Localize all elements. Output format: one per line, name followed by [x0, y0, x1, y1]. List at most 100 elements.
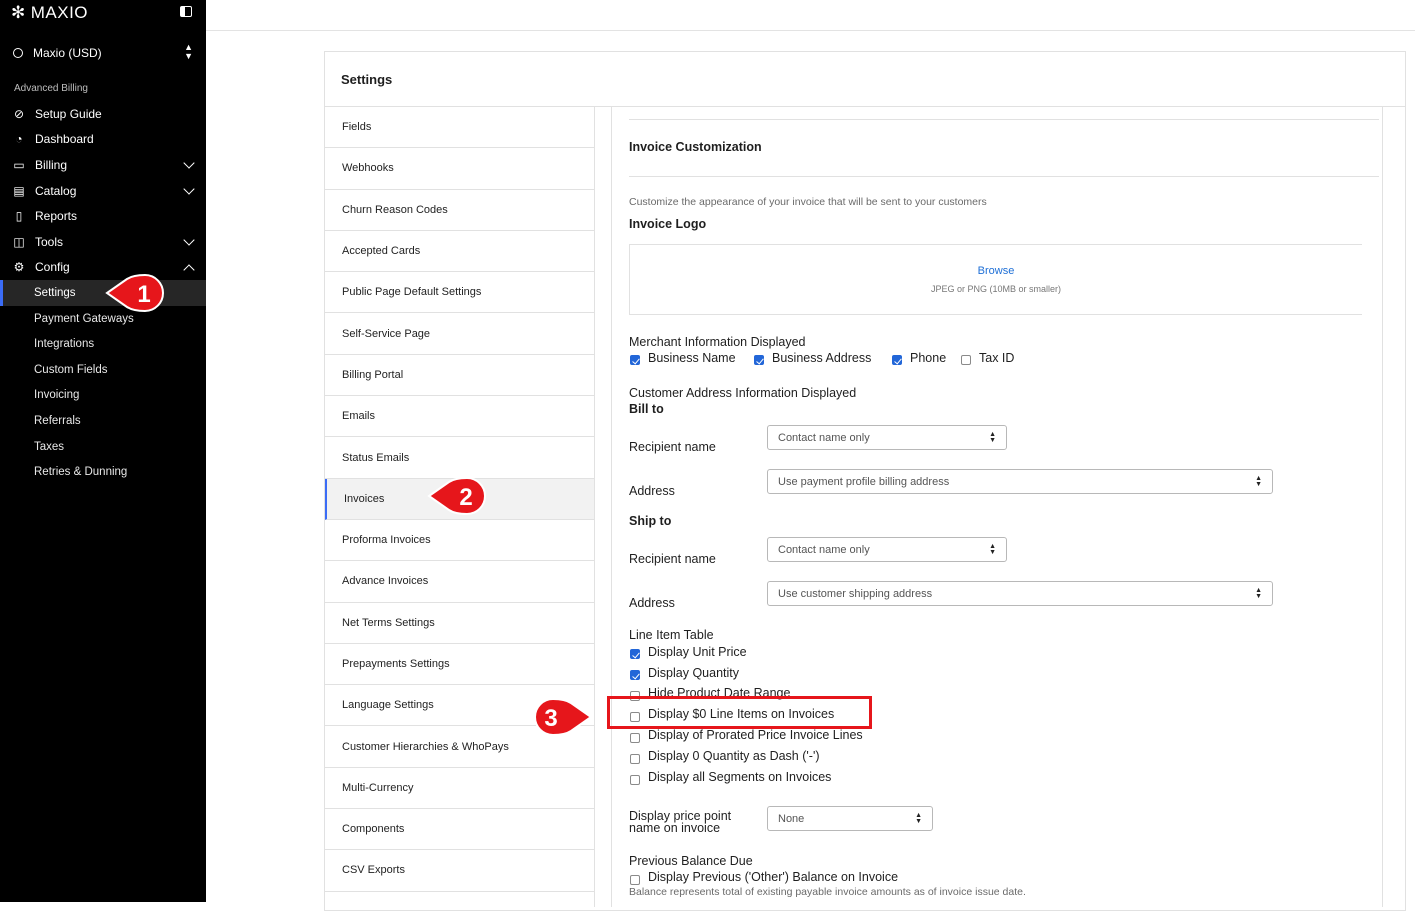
- ship-recipient-label: Recipient name: [629, 552, 716, 566]
- settings-menu-item-status-emails[interactable]: Status Emails: [325, 437, 594, 479]
- browse-link[interactable]: Browse: [630, 265, 1362, 277]
- step-1-number: 1: [137, 281, 150, 308]
- price-point-label-line2: name on invoice: [629, 821, 721, 835]
- sidebar-item-config[interactable]: ⚙ Config: [0, 255, 206, 281]
- ship-address-select[interactable]: Use customer shipping address ▲ ▼: [767, 581, 1273, 606]
- chevron-down-icon: [183, 183, 195, 195]
- sidebar: ✻ MAXIO Maxio (USD) ▲ ▼ Advanced Billing …: [0, 0, 206, 902]
- settings-menu-item-webhooks[interactable]: Webhooks: [325, 148, 594, 190]
- sidebar-subitem-custom-fields[interactable]: Custom Fields: [0, 357, 206, 383]
- checkbox-label: Display Previous ('Other') Balance on In…: [648, 870, 899, 884]
- checkbox-label: Display 0 Quantity as Dash ('-'): [648, 749, 820, 763]
- select-value: Use customer shipping address: [778, 587, 933, 600]
- maxio-logo-icon: ✻: [11, 3, 26, 22]
- settings-menu-item-net-terms[interactable]: Net Terms Settings: [325, 603, 594, 644]
- ship-recipient-select[interactable]: Contact name only ▲ ▼: [767, 537, 1007, 562]
- sidebar-item-label: Catalog: [35, 183, 77, 198]
- step-1-badge: 1: [105, 273, 169, 313]
- step-3-number: 3: [544, 705, 557, 732]
- previous-balance-label: Previous Balance Due: [629, 854, 753, 868]
- checkbox-business-name[interactable]: [630, 355, 640, 365]
- settings-menu-item-advance-invoices[interactable]: Advance Invoices: [325, 561, 594, 603]
- ship-address-label: Address: [629, 596, 675, 610]
- sidebar-item-reports[interactable]: ▯ Reports: [0, 203, 206, 229]
- sidebar-subitem-integrations[interactable]: Integrations: [0, 331, 206, 357]
- brand-name: MAXIO: [30, 3, 89, 22]
- merchant-info-label: Merchant Information Displayed: [629, 335, 806, 349]
- sidebar-nav: ⊘ Setup Guide ◔ Dashboard ▭ Billing ▤ Ca…: [0, 101, 206, 485]
- invoice-settings-panel: Invoice Customization Customize the appe…: [611, 107, 1383, 907]
- select-arrows-icon: ▲ ▼: [989, 431, 996, 444]
- checkbox-display-unit-price[interactable]: [630, 649, 640, 659]
- org-switcher[interactable]: Maxio (USD) ▲ ▼: [13, 43, 195, 63]
- sidebar-subitem-payment-gateways[interactable]: Payment Gateways: [0, 306, 206, 332]
- checkbox-display-previous-balance[interactable]: [630, 875, 640, 885]
- checkbox-label: Tax ID: [979, 351, 1015, 365]
- settings-menu-item-prepayments[interactable]: Prepayments Settings: [325, 644, 594, 686]
- checkbox-phone[interactable]: [892, 355, 902, 365]
- sidebar-item-label: Billing: [35, 157, 68, 172]
- step-2-badge: 2: [427, 476, 491, 516]
- select-value: None: [778, 812, 805, 825]
- chevron-down-icon: [183, 157, 195, 169]
- settings-menu-item-fields[interactable]: Fields: [325, 107, 594, 149]
- customer-address-label: Customer Address Information Displayed: [629, 386, 857, 400]
- checkbox-display-prorated-lines[interactable]: [630, 733, 640, 743]
- section-label: Advanced Billing: [14, 83, 88, 94]
- bill-address-select[interactable]: Use payment profile billing address ▲ ▼: [767, 469, 1273, 494]
- top-bar: [206, 0, 1415, 31]
- line-item-table-label: Line Item Table: [629, 628, 714, 642]
- book-icon: ▤: [13, 183, 25, 198]
- sidebar-item-dashboard[interactable]: ◔ Dashboard: [0, 127, 206, 153]
- checkbox-display-quantity[interactable]: [630, 670, 640, 680]
- settings-menu-item-self-service-page[interactable]: Self-Service Page: [325, 313, 594, 355]
- logo-upload-box[interactable]: Browse JPEG or PNG (10MB or smaller): [629, 244, 1362, 315]
- settings-menu-item-emails[interactable]: Emails: [325, 396, 594, 438]
- settings-menu-item-multi-currency[interactable]: Multi-Currency: [325, 768, 594, 810]
- checkbox-label: Display of Prorated Price Invoice Lines: [648, 728, 863, 742]
- checkbox-display-all-segments[interactable]: [630, 775, 640, 785]
- checkbox-label: Display Quantity: [648, 666, 740, 680]
- logo-hint: JPEG or PNG (10MB or smaller): [930, 284, 1062, 294]
- sidebar-subitem-settings[interactable]: Settings: [0, 280, 206, 306]
- select-value: Contact name only: [778, 431, 870, 444]
- gear-icon: ⚙: [13, 260, 25, 275]
- step-2-number: 2: [459, 484, 472, 511]
- checkbox-display-zero-quantity-dash[interactable]: [630, 754, 640, 764]
- settings-menu-item-billing-portal[interactable]: Billing Portal: [325, 355, 594, 397]
- sidebar-item-setup-guide[interactable]: ⊘ Setup Guide: [0, 101, 206, 127]
- settings-menu-item-proforma-invoices[interactable]: Proforma Invoices: [325, 520, 594, 562]
- select-value: Use payment profile billing address: [778, 475, 950, 488]
- sidebar-item-tools[interactable]: ◫ Tools: [0, 229, 206, 255]
- sidebar-item-label: Setup Guide: [35, 106, 102, 121]
- bill-address-label: Address: [629, 484, 675, 498]
- settings-menu-item-csv-exports[interactable]: CSV Exports: [325, 850, 594, 892]
- sidebar-subitem-taxes[interactable]: Taxes: [0, 434, 206, 460]
- settings-menu-item-accepted-cards[interactable]: Accepted Cards: [325, 231, 594, 273]
- sidebar-subitem-retries-dunning[interactable]: Retries & Dunning: [0, 459, 206, 485]
- sidebar-item-billing[interactable]: ▭ Billing: [0, 152, 206, 178]
- settings-menu-item-public-page-default[interactable]: Public Page Default Settings: [325, 272, 594, 314]
- checkbox-label: Business Address: [772, 351, 872, 365]
- checkbox-label: Phone: [910, 351, 947, 365]
- checkbox-tax-id[interactable]: [961, 355, 971, 365]
- org-circle-icon: [13, 48, 23, 58]
- invoice-title: Invoice Customization: [629, 140, 762, 154]
- org-name: Maxio (USD): [33, 46, 102, 60]
- sidebar-item-catalog[interactable]: ▤ Catalog: [0, 178, 206, 204]
- bill-recipient-select[interactable]: Contact name only ▲ ▼: [767, 425, 1007, 450]
- previous-balance-note: Balance represents total of existing pay…: [629, 886, 1026, 898]
- sidebar-subitem-invoicing[interactable]: Invoicing: [0, 383, 206, 409]
- sidebar-item-label: Config: [35, 260, 70, 275]
- brand-logo[interactable]: ✻ MAXIO: [11, 2, 88, 24]
- collapse-sidebar-icon[interactable]: [180, 6, 192, 17]
- price-point-select[interactable]: None ▲ ▼: [767, 806, 933, 831]
- checkbox-label: Business Name: [648, 351, 736, 365]
- settings-menu-item-churn-reason-codes[interactable]: Churn Reason Codes: [325, 190, 594, 231]
- invoice-logo-label: Invoice Logo: [629, 217, 707, 231]
- settings-menu-item-components[interactable]: Components: [325, 809, 594, 851]
- card-icon: ▭: [13, 157, 25, 172]
- checkbox-business-address[interactable]: [754, 355, 764, 365]
- select-value: Contact name only: [778, 543, 870, 556]
- sidebar-subitem-referrals[interactable]: Referrals: [0, 408, 206, 434]
